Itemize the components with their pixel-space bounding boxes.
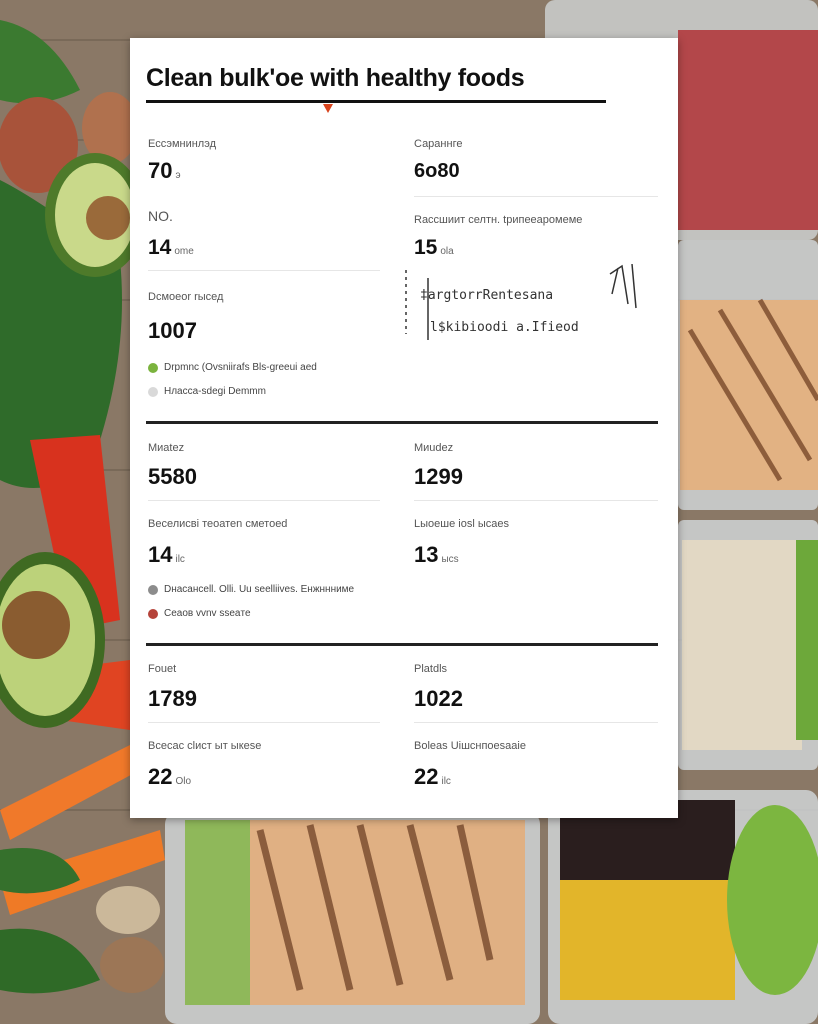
stat-value: 1022 [414,686,463,711]
stat-value: 15 оlа [414,236,454,259]
stat-label: Ессэмнинлэд [148,138,217,150]
stat-value: 14 ilc [148,542,185,567]
legend-dot-icon [148,608,158,619]
stat-value: 1789 [148,686,197,711]
card-title: Clean bulk'oe with healthy foods [146,64,525,92]
divider [414,722,658,723]
divider [414,500,658,501]
stat-label: Fouet [148,663,177,675]
legend-item: Сеаов vvnv sseaтe [148,608,251,619]
stat-label: Всесас сlист ыт ыкеsе [148,740,262,752]
accent-marker [323,104,333,113]
title-underline [146,100,606,103]
stat-label: Lыоеше iosl ысaеs [414,518,509,530]
stat-value: 6о80 [414,160,460,182]
divider [414,196,658,197]
legend-item: Dнасанcell. Olli. Uu seelliives. Eнжннни… [148,584,354,595]
stat-label: Bolеаs Uiшснпоеsaaiе [414,740,526,752]
stat-label: Mиatez [148,442,185,454]
divider [148,270,380,271]
stat-value: 14 ome [148,236,194,259]
stat-label: Rассшиит селтн. tрипееаромеме [414,214,583,226]
stat-value: 13 ыcs [414,542,459,567]
legend-item: Нласса-sdegi Demmm [148,386,266,397]
divider [148,722,380,723]
legend-dot-icon [148,584,158,595]
stat-label: NO. [148,208,173,224]
stat-label: Веселисвi теоатеn сметоеd [148,518,288,530]
stat-label: Platdls [414,663,448,675]
section-divider [146,421,658,424]
legend-dot-icon [148,362,158,373]
legend-dot-icon [148,386,158,397]
stat-label: Сараннге [414,138,463,150]
nutrition-card: Clean bulk'oe with healthy foods Ессэмни… [130,38,678,818]
stat-value: 70 э [148,158,181,183]
stat-value: 5580 [148,464,197,489]
stat-label: Dсмоеоr rысед [148,291,224,303]
stat-value: 22 Оlо [148,764,192,789]
stat-label: Mиudez [414,442,454,454]
divider [148,500,380,501]
stat-value: 1007 [148,318,197,343]
stat-value: 1299 [414,464,463,489]
legend-item: Drpmnc (Ovsniirafs Bls-greeui aed [148,362,317,373]
handwritten-line: l$kibioodi a.Ifieod [430,320,579,335]
stat-value: 22 ilс [414,764,451,789]
section-divider [146,643,658,646]
handwritten-line: ‡argtorrRentesana [420,288,554,303]
